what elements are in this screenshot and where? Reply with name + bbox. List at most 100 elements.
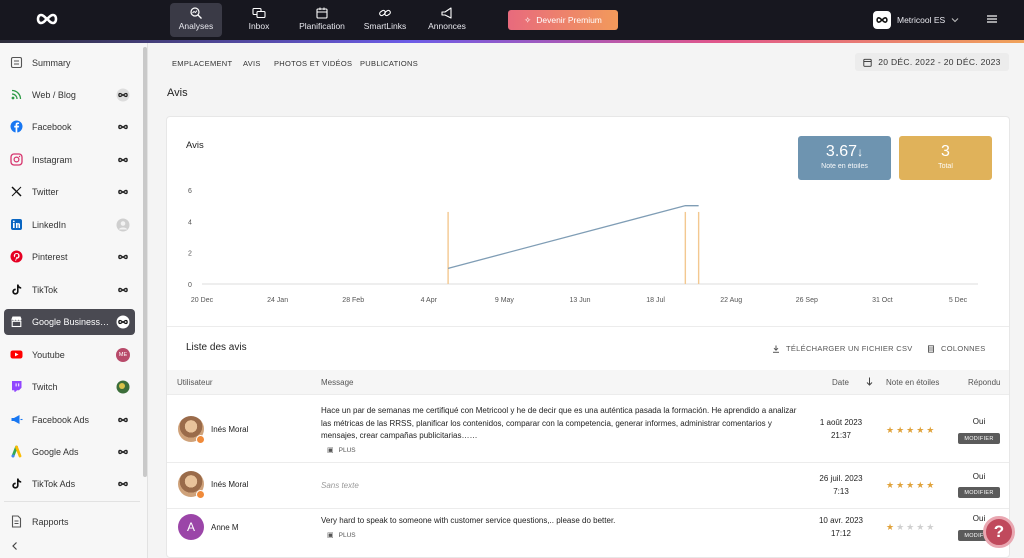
summary-icon (10, 56, 23, 69)
google-badge-icon (196, 490, 205, 499)
columns-button[interactable]: COLONNES (927, 344, 986, 353)
kpi-total: 3 Total (899, 136, 992, 180)
sidebar-divider (4, 501, 140, 502)
help-button[interactable]: ? (983, 516, 1015, 548)
sidebar-item-twitch[interactable]: Twitch (4, 374, 135, 400)
plus-button[interactable]: ▣ PLUS (327, 531, 356, 540)
plus-label: PLUS (338, 446, 356, 454)
account-name: Metricool ES (897, 15, 946, 25)
link-icon (379, 9, 391, 17)
sidebar-item-label: Instagram (32, 155, 73, 165)
gallery-icon: ▣ (327, 532, 334, 539)
kpi-value: 3 (941, 143, 950, 160)
plus-button[interactable]: ▣ PLUS (327, 446, 356, 455)
column-header-date[interactable]: Date (832, 378, 849, 387)
user-name[interactable]: Anne M (211, 523, 239, 532)
youtube-icon (10, 350, 23, 359)
column-header-message[interactable]: Message (321, 378, 353, 387)
connected-account-icon (118, 287, 128, 293)
account-switcher[interactable]: Metricool ES (873, 10, 959, 30)
user-name[interactable]: Inés Moral (211, 425, 248, 434)
user-name[interactable]: Inés Moral (211, 480, 248, 489)
chevron-down-icon (951, 18, 959, 23)
sidebar-item-label: Pinterest (32, 252, 68, 262)
download-csv-button[interactable]: TÉLÉCHARGER UN FICHIER CSV (772, 344, 913, 353)
sidebar-item-pinterest[interactable]: Pinterest (4, 244, 135, 270)
modify-reply-button[interactable]: MODIFIER (958, 487, 1000, 498)
nav-planification[interactable]: Planification (294, 3, 350, 37)
facebook-icon (10, 120, 23, 133)
calendar-icon (863, 58, 872, 67)
become-premium-button[interactable]: ✧ Devenir Premium (508, 10, 618, 30)
rss-icon (11, 89, 22, 100)
tab-avis[interactable]: AVIS (243, 59, 261, 68)
sidebar-item-label: Twitch (32, 382, 58, 392)
reviews-chart: 0 2 4 6 20 Dec 24 Jan 28 Feb 4 Apr 9 May 13 Jun 18… (188, 188, 978, 304)
sort-desc-icon[interactable] (866, 377, 873, 388)
download-icon (773, 345, 779, 353)
nav-label: Planification (299, 21, 345, 31)
review-date: 1 août 2023 21:37 (807, 417, 875, 442)
tab-publications[interactable]: PUBLICATIONS (360, 59, 418, 68)
star-rating: ★★★★★ (886, 522, 937, 532)
sidebar-item-google-business[interactable]: Google Business Profile (4, 309, 135, 335)
nav-analyses[interactable]: Analyses (170, 3, 222, 37)
table-row: Inés Moral Sans texte 26 juil. 2023 7:13… (167, 462, 1009, 508)
chevron-left-icon[interactable] (10, 541, 20, 551)
reviews-list-title: Liste des avis (186, 342, 247, 353)
nav-annonces[interactable]: Annonces (424, 3, 470, 37)
gallery-icon: ▣ (327, 447, 334, 454)
column-header-replied[interactable]: Répondu (968, 378, 1000, 387)
megaphone-icon (441, 7, 452, 19)
top-navigation-bar: Analyses Inbox Planification SmartLinks … (0, 0, 1024, 40)
sidebar-item-web-blog[interactable]: Web / Blog (4, 82, 135, 108)
x-tick-label: 28 Feb (342, 297, 364, 304)
sidebar-item-google-ads[interactable]: Google Ads (4, 439, 135, 465)
pinterest-icon (10, 250, 23, 263)
sidebar-item-label: Summary (32, 58, 71, 68)
connected-account-icon (118, 254, 128, 260)
nav-inbox[interactable]: Inbox (240, 3, 278, 37)
analytics-icon (190, 7, 202, 19)
review-message: Very hard to speak to someone with custo… (321, 516, 616, 525)
modify-reply-button[interactable]: MODIFIER (958, 433, 1000, 444)
instagram-icon (10, 153, 23, 166)
sidebar-item-youtube[interactable]: Youtube ME (4, 342, 135, 368)
sidebar: Summary Web / Blog Facebook Instagram Tw… (0, 43, 148, 558)
x-tick-label: 31 Oct (872, 297, 893, 304)
sidebar-item-facebook[interactable]: Facebook (4, 114, 135, 140)
kpi-label: Note en étoiles (821, 163, 868, 170)
sidebar-item-instagram[interactable]: Instagram (4, 147, 135, 173)
sidebar-item-tiktok-ads[interactable]: TikTok Ads (4, 471, 135, 497)
inbox-icon (252, 7, 266, 19)
menu-icon[interactable] (986, 13, 998, 25)
page-title: Avis (167, 87, 188, 99)
sidebar-item-twitter[interactable]: Twitter (4, 179, 135, 205)
review-message: Hace un par de semanas me certifiqué con… (321, 406, 797, 440)
connected-account-icon (118, 189, 128, 195)
nav-label: Inbox (248, 21, 270, 31)
column-header-rating[interactable]: Note en étoiles (886, 378, 939, 387)
connected-account-icon (118, 124, 128, 130)
connected-account-icon (116, 88, 130, 102)
tab-emplacement[interactable]: EMPLACEMENT (172, 59, 232, 68)
tab-photos-videos[interactable]: PHOTOS ET VIDÉOS (274, 59, 352, 68)
nav-label: Analyses (178, 21, 214, 31)
date-range-picker[interactable]: 20 DÉC. 2022 - 20 DÉC. 2023 (855, 53, 1009, 71)
x-tick-label: 13 Jun (569, 297, 590, 304)
chart-title: Avis (186, 140, 204, 151)
twitch-icon (12, 381, 22, 392)
review-date-time: 7:13 (833, 486, 849, 496)
sidebar-item-tiktok[interactable]: TikTok (4, 277, 135, 303)
column-header-user[interactable]: Utilisateur (177, 378, 213, 387)
connected-account-icon (118, 481, 128, 487)
sidebar-item-summary[interactable]: Summary (4, 50, 135, 76)
sidebar-scrollbar[interactable] (143, 47, 147, 477)
sidebar-item-label: Google Business Profile (32, 317, 110, 327)
sidebar-item-facebook-ads[interactable]: Facebook Ads (4, 407, 135, 433)
nav-smartlinks[interactable]: SmartLinks (359, 3, 411, 37)
facebook-ads-icon (11, 415, 23, 424)
sidebar-item-reports[interactable]: Rapports (4, 509, 135, 535)
metricool-logo-icon[interactable] (36, 12, 58, 26)
sidebar-item-linkedin[interactable]: LinkedIn (4, 212, 135, 238)
